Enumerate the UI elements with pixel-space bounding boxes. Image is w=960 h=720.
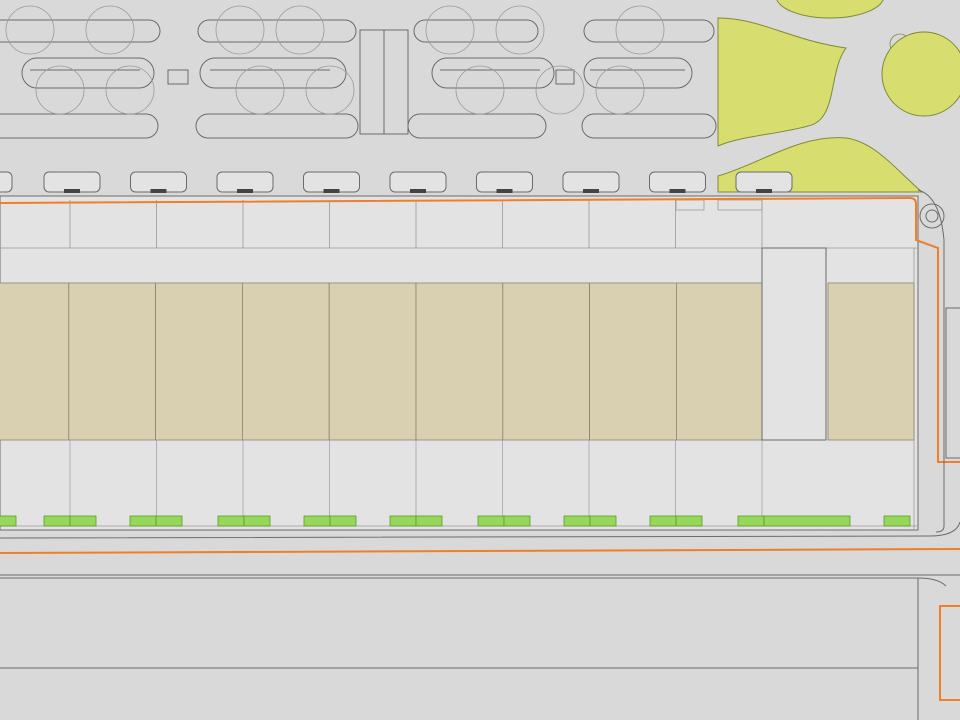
planter bbox=[415, 515, 443, 527]
planter bbox=[883, 515, 911, 527]
building-unit bbox=[827, 282, 915, 441]
building-unit bbox=[68, 282, 157, 441]
building-unit bbox=[589, 282, 677, 441]
planter bbox=[217, 515, 245, 527]
building-unit bbox=[0, 282, 70, 441]
bollard bbox=[669, 189, 686, 193]
planter bbox=[389, 515, 417, 527]
bollard bbox=[237, 189, 253, 193]
planter bbox=[737, 515, 765, 527]
planter bbox=[649, 515, 677, 527]
planter bbox=[69, 515, 97, 527]
bollard bbox=[410, 189, 426, 193]
planter bbox=[675, 515, 703, 527]
planter bbox=[303, 515, 331, 527]
parking-bay bbox=[0, 171, 13, 193]
building-unit bbox=[155, 282, 243, 441]
planter bbox=[129, 515, 157, 527]
bollard bbox=[496, 189, 513, 193]
building-unit bbox=[502, 282, 590, 441]
planter bbox=[43, 515, 71, 527]
planter bbox=[0, 515, 17, 527]
building-unit bbox=[676, 282, 764, 441]
site-plan bbox=[0, 0, 960, 720]
planter bbox=[589, 515, 617, 527]
planter bbox=[503, 515, 531, 527]
bollard bbox=[64, 189, 80, 193]
planter bbox=[763, 515, 851, 527]
planter bbox=[243, 515, 271, 527]
lawn-round bbox=[881, 31, 960, 117]
bollard bbox=[583, 189, 599, 193]
building-unit bbox=[415, 282, 504, 441]
bollard bbox=[323, 189, 340, 193]
bollard bbox=[756, 189, 772, 193]
passage-gap bbox=[761, 247, 827, 441]
building-unit bbox=[241, 282, 330, 441]
building-unit bbox=[328, 282, 417, 441]
planter bbox=[563, 515, 591, 527]
planter bbox=[477, 515, 505, 527]
planter bbox=[155, 515, 183, 527]
bollard bbox=[150, 189, 167, 193]
planter bbox=[329, 515, 357, 527]
